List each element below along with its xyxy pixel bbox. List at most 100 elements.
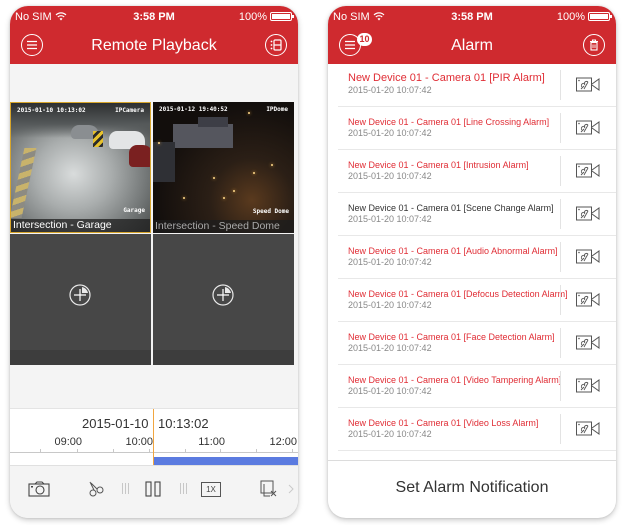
battery-icon <box>270 12 294 21</box>
camera-snapshot-icon <box>28 481 50 497</box>
wifi-icon <box>55 12 67 21</box>
menu-icon <box>27 40 37 50</box>
chevron-right-icon <box>288 484 294 494</box>
alarm-timestamp: 2015-01-20 10:07:42 <box>348 257 432 267</box>
alarm-list-item[interactable]: New Device 01 - Camera 01 [Scene Change … <box>338 193 616 236</box>
trash-icon <box>590 39 598 51</box>
linked-video-icon[interactable] <box>575 419 601 439</box>
video-grid: 2015-01-10 10:13:02 IPCamera Garage Inte… <box>10 102 298 365</box>
playback-spacer <box>10 365 298 409</box>
add-camera-icon[interactable] <box>212 284 234 306</box>
alarm-list-item[interactable]: New Device 01 - A1 [I/O Alarm] <box>338 451 616 460</box>
timeline-date: 2015-01-10 <box>82 416 149 431</box>
alarm-timestamp: 2015-01-20 10:07:42 <box>348 85 432 95</box>
delete-button[interactable] <box>583 34 605 56</box>
alarm-title: New Device 01 - Camera 01 [Scene Change … <box>348 203 554 213</box>
timeline-tick <box>256 449 257 453</box>
alarm-timestamp: 2015-01-20 10:07:42 <box>348 300 432 310</box>
speed-button[interactable]: 1X <box>200 478 222 500</box>
tile-caption: Intersection - Garage <box>11 219 150 232</box>
window-layout-button[interactable] <box>265 34 287 56</box>
clip-scissors-icon <box>89 481 104 497</box>
timeline-tick <box>185 449 186 453</box>
clip-button[interactable] <box>85 478 107 500</box>
tile-caption: Intersection - Speed Dome <box>153 220 294 233</box>
add-camera-icon[interactable] <box>69 284 91 306</box>
nav-bar: Remote Playback <box>10 27 298 64</box>
carrier-label: No SIM <box>15 10 52 23</box>
alarm-title: New Device 01 - Camera 01 [Audio Abnorma… <box>348 246 558 256</box>
alarm-item-divider <box>560 414 561 444</box>
nav-bar: 10 Alarm <box>328 27 616 64</box>
linked-video-icon[interactable] <box>575 161 601 181</box>
linked-video-icon[interactable] <box>575 333 601 353</box>
toolbar-separator <box>122 483 129 494</box>
remote-playback-screen: No SIM 3:58 PM 100% Remote Playback 2015… <box>10 6 298 518</box>
alarm-list-item[interactable]: New Device 01 - Camera 01 [Defocus Detec… <box>338 279 616 322</box>
timeline-tick <box>292 449 293 453</box>
page-title: Remote Playback <box>91 36 217 54</box>
video-tile-empty[interactable] <box>10 234 151 365</box>
alarm-item-divider <box>560 285 561 315</box>
alarm-list-item[interactable]: New Device 01 - Camera 01 [Face Detectio… <box>338 322 616 365</box>
close-all-button[interactable] <box>258 478 280 500</box>
toolbar-separator <box>180 483 187 494</box>
linked-video-icon[interactable] <box>575 376 601 396</box>
timeline-hour-label: 10:00 <box>125 436 153 448</box>
alarm-title: New Device 01 - Camera 01 [Video Loss Al… <box>348 418 539 428</box>
osd-camera-name: Garage <box>123 207 145 214</box>
playback-top-spacer <box>10 64 298 102</box>
timeline-cursor[interactable] <box>153 409 154 472</box>
timeline-time: 10:13:02 <box>158 416 209 431</box>
alarm-title: New Device 01 - Camera 01 [Line Crossing… <box>348 117 550 127</box>
alarm-item-divider <box>560 156 561 186</box>
alarm-list-item[interactable]: New Device 01 - Camera 01 [Video Tamperi… <box>338 365 616 408</box>
tile-empty-strip <box>10 350 151 365</box>
timeline-axis <box>10 452 298 453</box>
alarm-list-item[interactable]: New Device 01 - Camera 01 [Intrusion Ala… <box>338 150 616 193</box>
alarm-timestamp: 2015-01-20 10:07:42 <box>348 386 432 396</box>
notification-badge: 10 <box>357 33 372 46</box>
tile-empty-strip <box>153 350 294 365</box>
alarm-list-item[interactable]: New Device 01 - Camera 01 [Line Crossing… <box>338 107 616 150</box>
video-tile-garage[interactable]: 2015-01-10 10:13:02 IPCamera Garage Inte… <box>10 102 151 233</box>
battery-percent: 100% <box>238 10 267 23</box>
alarm-item-divider <box>560 70 561 100</box>
timeline-tick <box>40 449 41 453</box>
battery-icon <box>588 12 612 21</box>
linked-video-icon[interactable] <box>575 290 601 310</box>
pause-button[interactable] <box>144 478 162 500</box>
alarm-title: New Device 01 - Camera 01 [Face Detectio… <box>348 332 555 342</box>
status-bar: No SIM 3:58 PM 100% <box>10 6 298 27</box>
video-tile-speed-dome[interactable]: 2015-01-12 19:40:52 IPDome Speed Dome In… <box>153 102 294 233</box>
toolbar-next-button[interactable] <box>286 478 296 500</box>
linked-video-icon[interactable] <box>575 247 601 267</box>
window-layout-icon <box>270 39 282 51</box>
menu-icon <box>345 40 355 50</box>
close-all-windows-icon <box>260 480 277 497</box>
linked-video-icon[interactable] <box>575 75 601 95</box>
alarm-list[interactable]: New Device 01 - Camera 01 [PIR Alarm] 201… <box>328 64 616 460</box>
menu-button[interactable] <box>21 34 43 56</box>
playback-toolbar: 1X <box>10 466 298 518</box>
timeline-tick <box>220 449 221 453</box>
alarm-timestamp: 2015-01-20 10:07:42 <box>348 214 432 224</box>
timeline-hour-label: 12:00 <box>269 436 297 448</box>
osd-brand: IPDome <box>266 106 288 113</box>
alarm-list-item[interactable]: New Device 01 - Camera 01 [PIR Alarm] 201… <box>338 64 616 107</box>
alarm-item-divider <box>560 371 561 401</box>
alarm-timestamp: 2015-01-20 10:07:42 <box>348 429 432 439</box>
snapshot-button[interactable] <box>27 478 51 500</box>
linked-video-icon[interactable] <box>575 204 601 224</box>
alarm-timestamp: 2015-01-20 10:07:42 <box>348 128 432 138</box>
alarm-item-divider <box>560 113 561 143</box>
alarm-title: New Device 01 - Camera 01 [Video Tamperi… <box>348 375 562 385</box>
osd-camera-name: Speed Dome <box>252 208 289 215</box>
playback-timeline[interactable]: 2015-01-10 10:13:02 09:00 10:00 11:00 12… <box>10 409 298 472</box>
alarm-list-item[interactable]: New Device 01 - Camera 01 [Audio Abnorma… <box>338 236 616 279</box>
video-tile-empty[interactable] <box>153 234 294 365</box>
alarm-list-item[interactable]: New Device 01 - Camera 01 [Video Loss Al… <box>338 408 616 451</box>
linked-video-icon[interactable] <box>575 118 601 138</box>
menu-button[interactable]: 10 <box>339 33 372 56</box>
set-alarm-notification-button[interactable]: Set Alarm Notification <box>328 460 616 514</box>
